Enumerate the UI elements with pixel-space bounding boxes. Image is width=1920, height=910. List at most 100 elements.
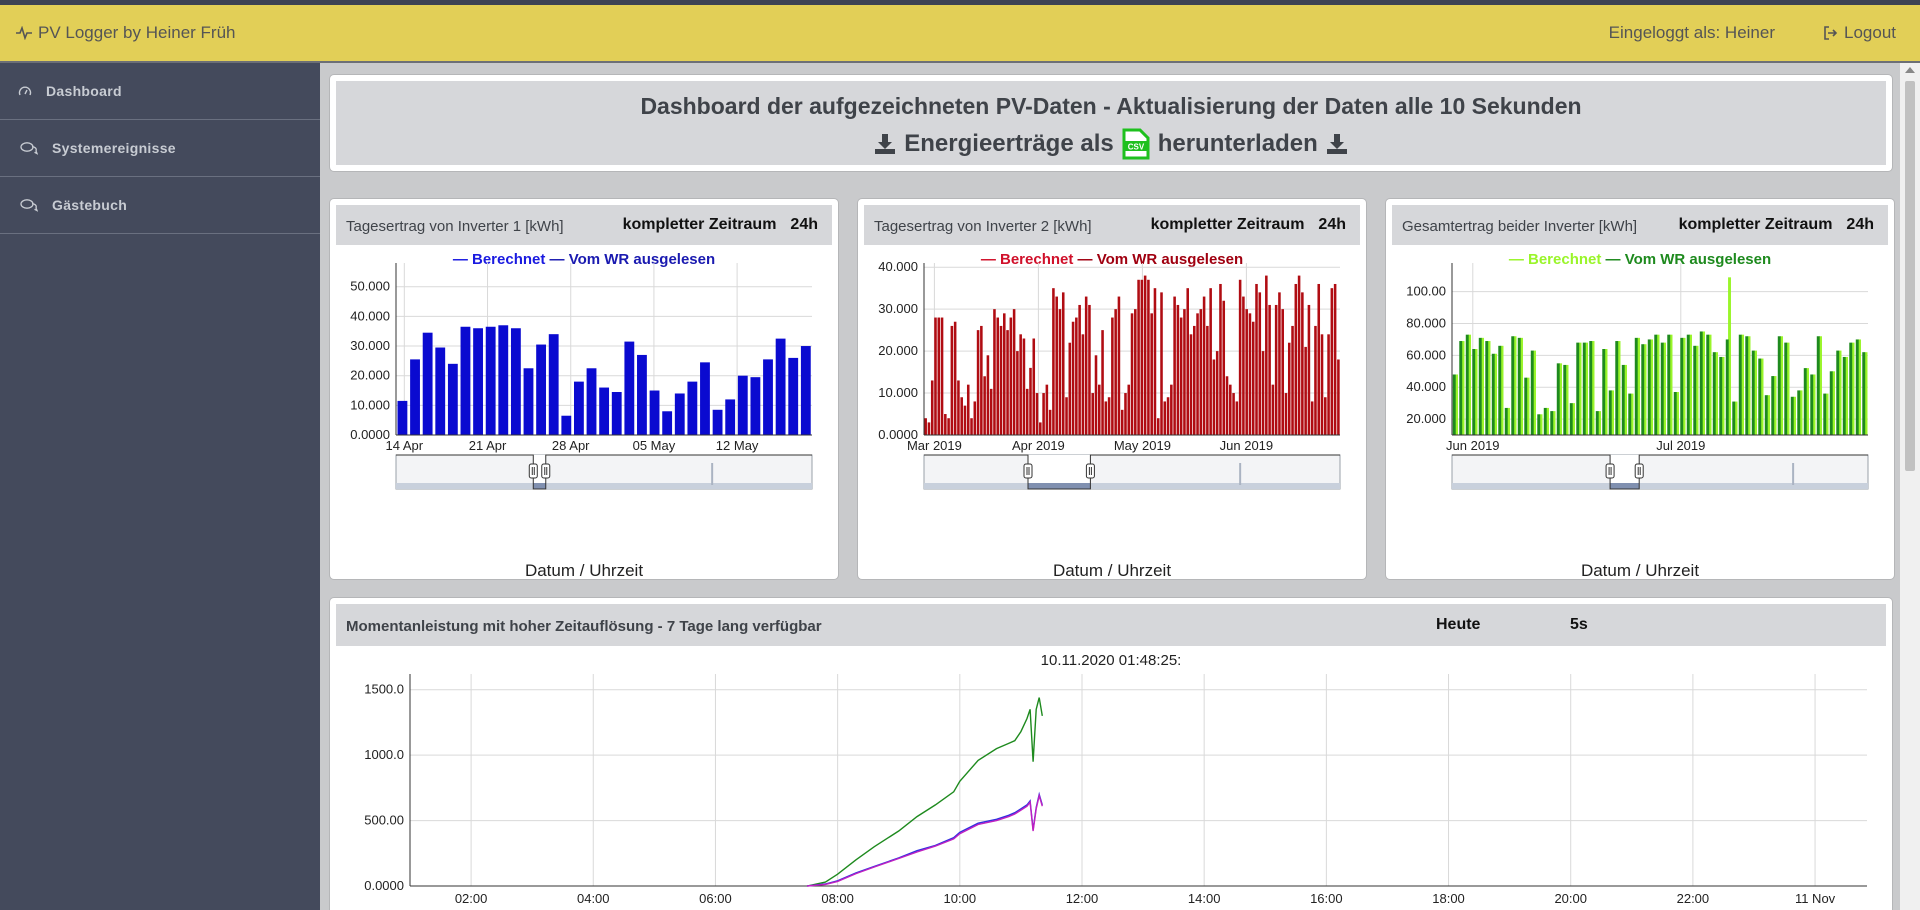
range-24h-button[interactable]: 24h: [1318, 216, 1346, 234]
bar: [1058, 309, 1062, 435]
bar: [1751, 350, 1755, 435]
range-handle[interactable]: [528, 463, 538, 479]
bar: [1114, 309, 1117, 435]
bar: [1284, 393, 1288, 435]
bar: [1150, 313, 1153, 435]
bar: [983, 376, 986, 435]
x-tick-label: 14 Apr: [386, 438, 424, 453]
bar: [1764, 395, 1768, 435]
y-tick-label: 0.0000: [350, 427, 390, 442]
bar: [1641, 344, 1645, 435]
bar: [1196, 313, 1199, 435]
bar: [1589, 341, 1593, 435]
bar: [1504, 407, 1508, 435]
bar: [1055, 296, 1058, 435]
x-tick-label: 04:00: [577, 891, 610, 906]
bar: [1550, 411, 1554, 435]
bar: [1035, 393, 1039, 435]
range-full-button[interactable]: kompletter Zeitraum: [623, 216, 777, 234]
bar: [523, 368, 534, 435]
bar: [1324, 397, 1327, 435]
bar: [1307, 304, 1311, 435]
bar: [927, 422, 931, 435]
bar: [1130, 313, 1134, 435]
bar: [1810, 374, 1814, 435]
range-handle[interactable]: [541, 463, 551, 479]
bar: [947, 418, 950, 435]
bar: [1127, 384, 1131, 435]
bar: [1699, 331, 1703, 435]
x-axis-title: Datum / Uhrzeit: [1580, 561, 1700, 580]
bar: [1019, 334, 1022, 435]
range-handle[interactable]: [1634, 463, 1644, 479]
x-axis-title: Datum / Uhrzeit: [524, 561, 644, 580]
bar: [1803, 368, 1807, 435]
scroll-up-arrow-icon[interactable]: [1905, 67, 1915, 73]
bar: [1537, 414, 1541, 435]
bar: [937, 317, 941, 435]
bar: [1222, 300, 1226, 435]
page-scrollbar[interactable]: [1900, 63, 1920, 910]
bar: [1111, 317, 1114, 435]
range-handle[interactable]: [1605, 463, 1615, 479]
bar: [1179, 317, 1183, 435]
scrollbar-thumb[interactable]: [1905, 81, 1915, 471]
chart-header: Gesamtertrag beider Inverter [kWh] kompl…: [1392, 205, 1888, 245]
bar: [1563, 364, 1567, 435]
range-full-button[interactable]: kompletter Zeitraum: [1679, 216, 1833, 234]
sidebar-item-dashboard[interactable]: Dashboard: [0, 63, 320, 120]
bar: [944, 414, 947, 435]
bar: [1771, 376, 1775, 435]
bar: [1117, 296, 1121, 435]
y-tick-label: 1000.0: [364, 747, 404, 762]
comments-icon: [20, 199, 38, 212]
range-today-button[interactable]: Heute: [1436, 616, 1480, 634]
range-handle[interactable]: [1085, 463, 1095, 479]
series-line-magenta: [807, 792, 1043, 887]
range-24h-button[interactable]: 24h: [790, 216, 818, 234]
range-selector-window-plot: [533, 483, 546, 489]
logout-link[interactable]: Logout: [1823, 23, 1896, 43]
bar: [1634, 337, 1638, 435]
inverter1-chart-panel: Tagesertrag von Inverter 1 [kWh] komplet…: [330, 199, 838, 580]
range-selector-mini-plot: [1452, 483, 1868, 489]
bar: [737, 375, 748, 435]
y-tick-label: 50.000: [350, 279, 390, 294]
x-tick-label: 05 May: [633, 438, 676, 453]
bar: [1291, 325, 1294, 435]
bar: [1251, 321, 1255, 435]
bar: [1032, 338, 1036, 435]
x-tick-label: Apr 2019: [1012, 438, 1065, 453]
bar: [1706, 334, 1710, 435]
range-handle[interactable]: [1023, 463, 1033, 479]
bar: [1081, 334, 1085, 435]
bar: [1816, 336, 1820, 435]
bar: [624, 341, 635, 435]
dashboard-header-panel: Dashboard der aufgezeichneten PV-Daten -…: [330, 75, 1892, 171]
brand-link[interactable]: PV Logger by Heiner Früh: [16, 23, 236, 43]
bar: [498, 325, 509, 435]
x-axis-title: Datum / Uhrzeit: [1052, 561, 1172, 580]
bar: [1235, 401, 1239, 435]
bar: [957, 380, 960, 435]
bar: [1003, 313, 1006, 435]
bar: [1278, 292, 1281, 435]
csv-download-link[interactable]: Energieerträge als CSV herunterladen: [336, 128, 1886, 160]
bar: [1255, 283, 1258, 435]
bar: [637, 354, 647, 435]
bar: [775, 338, 786, 435]
range-24h-button[interactable]: 24h: [1846, 216, 1874, 234]
bar: [750, 377, 761, 435]
resolution-button[interactable]: 5s: [1570, 616, 1588, 634]
bar: [993, 309, 996, 435]
sidebar-item-gaestebuch[interactable]: Gästebuch: [0, 177, 320, 234]
y-tick-label: 60.000: [1406, 347, 1446, 362]
bar: [1667, 334, 1671, 435]
sidebar-item-systemereignisse[interactable]: Systemereignisse: [0, 120, 320, 177]
bar: [1758, 358, 1762, 435]
bar: [1333, 283, 1337, 435]
bar: [1147, 279, 1150, 435]
y-tick-label: 10.000: [878, 385, 918, 400]
bar: [1569, 403, 1573, 435]
range-full-button[interactable]: kompletter Zeitraum: [1151, 216, 1305, 234]
